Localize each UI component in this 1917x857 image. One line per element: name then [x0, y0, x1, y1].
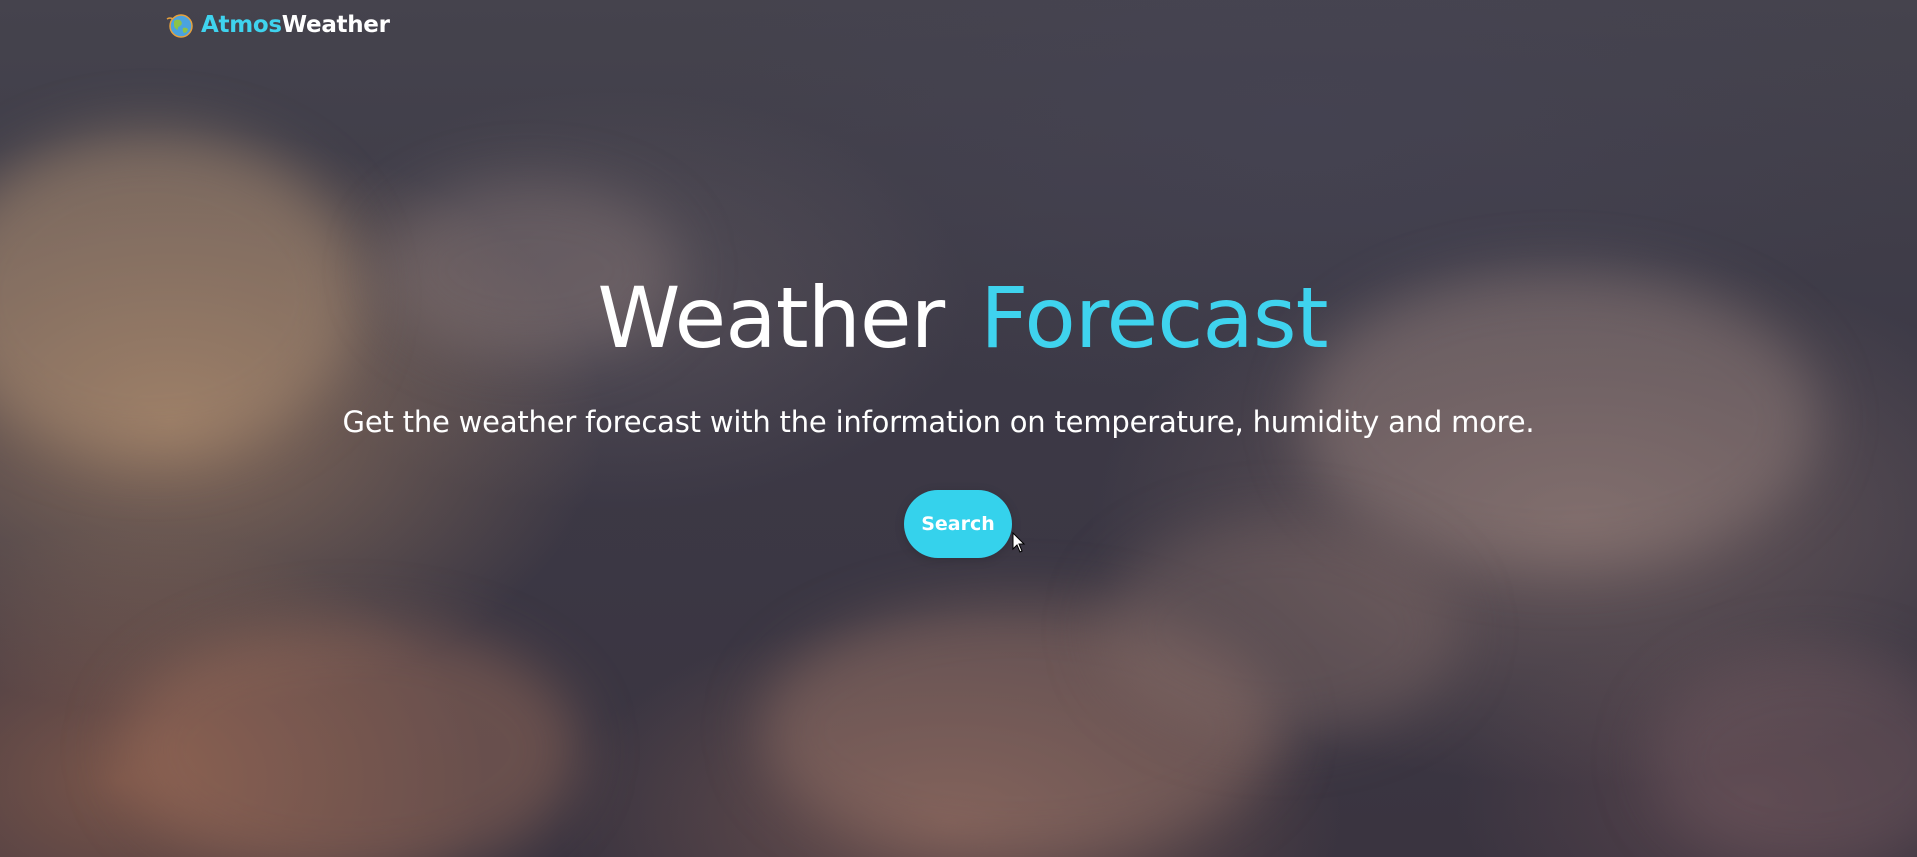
page-title: Weather Forecast — [0, 268, 1917, 368]
cloud-decoration — [760, 600, 1280, 857]
brand-name-primary: Atmos — [201, 12, 282, 38]
cloud-decoration — [1100, 520, 1460, 740]
brand-name-secondary: Weather — [281, 12, 390, 38]
mouse-cursor-icon — [1012, 532, 1026, 553]
search-button[interactable]: Search — [904, 490, 1012, 558]
hero-subtitle: Get the weather forecast with the inform… — [342, 405, 1535, 439]
page-title-accent: Forecast — [980, 269, 1328, 367]
globe-icon — [166, 14, 193, 38]
cloud-decoration — [1650, 650, 1917, 857]
page-title-primary: Weather — [597, 269, 945, 367]
cloud-decoration — [120, 620, 580, 857]
brand-link[interactable]: Atmos Weather — [165, 10, 390, 40]
hero-section: Atmos Weather Weather Forecast Get the wea… — [0, 0, 1917, 857]
